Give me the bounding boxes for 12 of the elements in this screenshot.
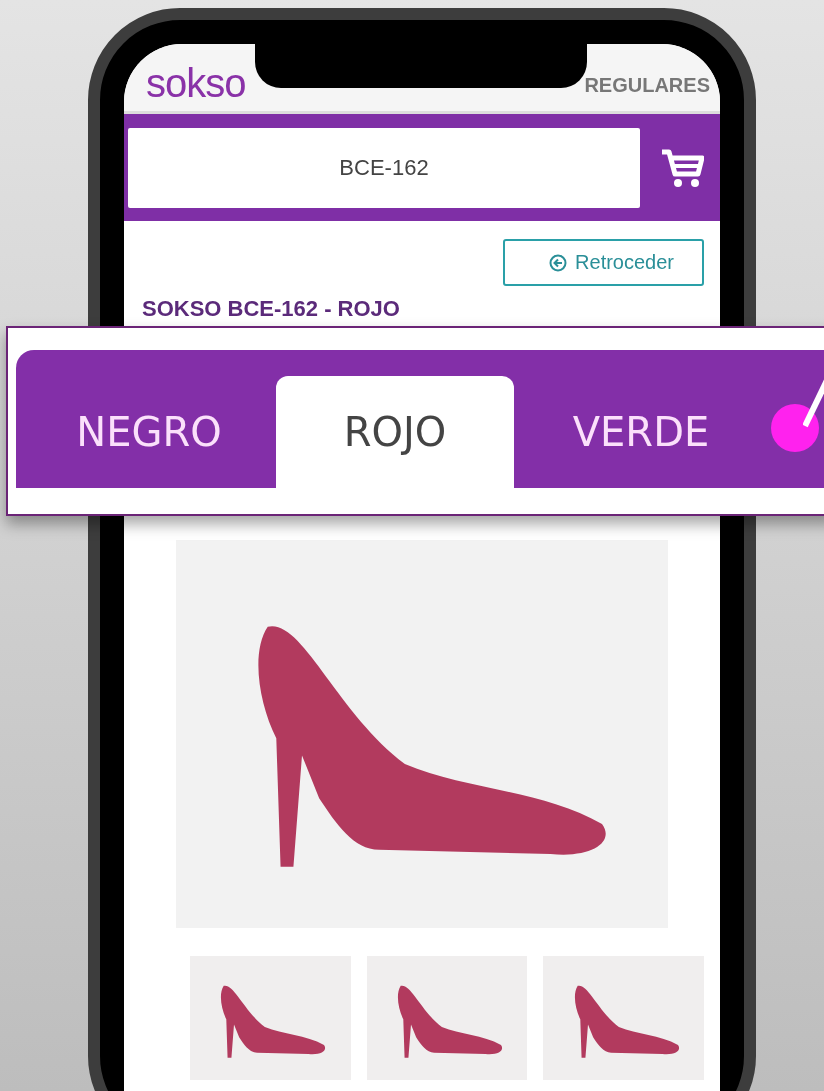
search-field[interactable]: BCE-162 [128,127,640,208]
color-tab[interactable]: NEGRO [46,376,252,488]
thumbnail-placeholder[interactable] [366,956,528,1080]
product-title: SOKSO BCE-162 - ROJO [141,296,401,322]
cart-icon[interactable] [660,147,704,188]
color-tab[interactable]: VERDE [538,376,744,488]
thumbnail-placeholder[interactable] [190,956,351,1080]
thumbnail-placeholder[interactable] [543,956,704,1080]
back-button[interactable]: Retroceder [503,239,704,286]
color-tab[interactable]: ROJO [276,376,514,488]
nav-link[interactable]: REGULARES [584,74,710,97]
logo: sokso [146,63,246,103]
